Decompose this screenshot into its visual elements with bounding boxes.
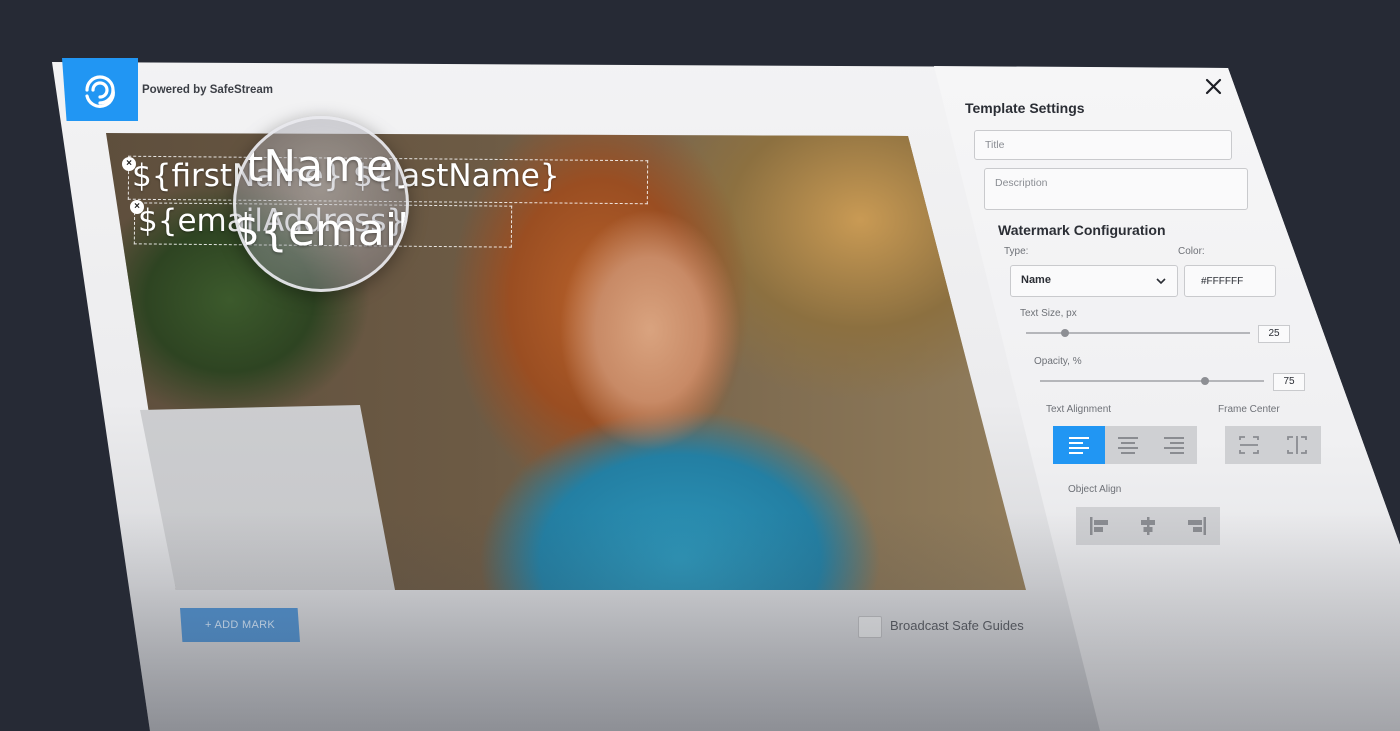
frame-center-vertical-icon [1287,436,1307,454]
frame-center-horizontal-button[interactable] [1225,426,1273,464]
frame-center-vertical-button[interactable] [1273,426,1321,464]
type-select-value: Name [1021,274,1051,286]
text-alignment-label: Text Alignment [1046,404,1112,415]
object-align-left-icon [1090,517,1108,535]
object-align-center-button[interactable] [1124,507,1172,545]
frame-center-label: Frame Center [1218,404,1280,415]
powered-by-label: Powered by SafeStream [142,84,274,96]
watermark-configuration-heading: Watermark Configuration [998,222,1166,238]
color-value: #FFFFFF [1201,276,1244,287]
description-input[interactable]: Description [984,168,1248,210]
frame-center-horizontal-icon [1239,436,1259,454]
broadcast-safe-label: Broadcast Safe Guides [890,618,1024,633]
frame-center-group [1225,426,1321,464]
broadcast-safe-checkbox[interactable] [858,616,882,638]
text-size-value[interactable]: 25 [1258,325,1290,343]
color-input[interactable]: #FFFFFF [1184,265,1276,297]
magnified-email-text: ${emailA [233,205,409,256]
magnified-name-text: tName} [246,141,409,192]
type-select[interactable]: Name [1010,265,1178,297]
object-align-center-icon [1141,517,1155,535]
align-left-button[interactable] [1053,426,1105,464]
align-right-icon [1164,437,1184,454]
object-align-left-button[interactable] [1076,507,1124,545]
opacity-slider-thumb[interactable] [1201,377,1209,385]
text-size-slider-thumb[interactable] [1061,329,1069,337]
close-icon[interactable] [1203,76,1225,98]
align-center-button[interactable] [1105,426,1151,464]
object-align-group [1076,507,1220,545]
object-align-right-button[interactable] [1172,507,1220,545]
opacity-slider[interactable] [1040,380,1264,382]
type-label: Type: [1004,246,1029,257]
opacity-label: Opacity, % [1034,356,1082,367]
title-input[interactable]: Title [974,130,1232,160]
description-placeholder: Description [995,177,1048,189]
template-settings-heading: Template Settings [965,100,1085,116]
magnifier-lens: tName} ${emailA [233,116,409,292]
text-alignment-group [1053,426,1197,464]
app-stage: Powered by SafeStream × × ${firstName} $… [0,0,1400,731]
align-right-button[interactable] [1151,426,1197,464]
opacity-value[interactable]: 75 [1273,373,1305,391]
object-align-right-icon [1188,517,1206,535]
add-mark-button[interactable]: + ADD MARK [180,608,300,642]
text-size-label: Text Size, px [1020,308,1077,319]
chevron-down-icon [1156,278,1166,285]
object-align-label: Object Align [1068,484,1122,495]
text-size-slider[interactable] [1026,332,1250,334]
color-label: Color: [1178,246,1205,257]
align-left-icon [1069,437,1089,454]
align-center-icon [1118,437,1138,454]
title-placeholder: Title [985,139,1005,151]
safestream-logo-icon [62,58,138,121]
